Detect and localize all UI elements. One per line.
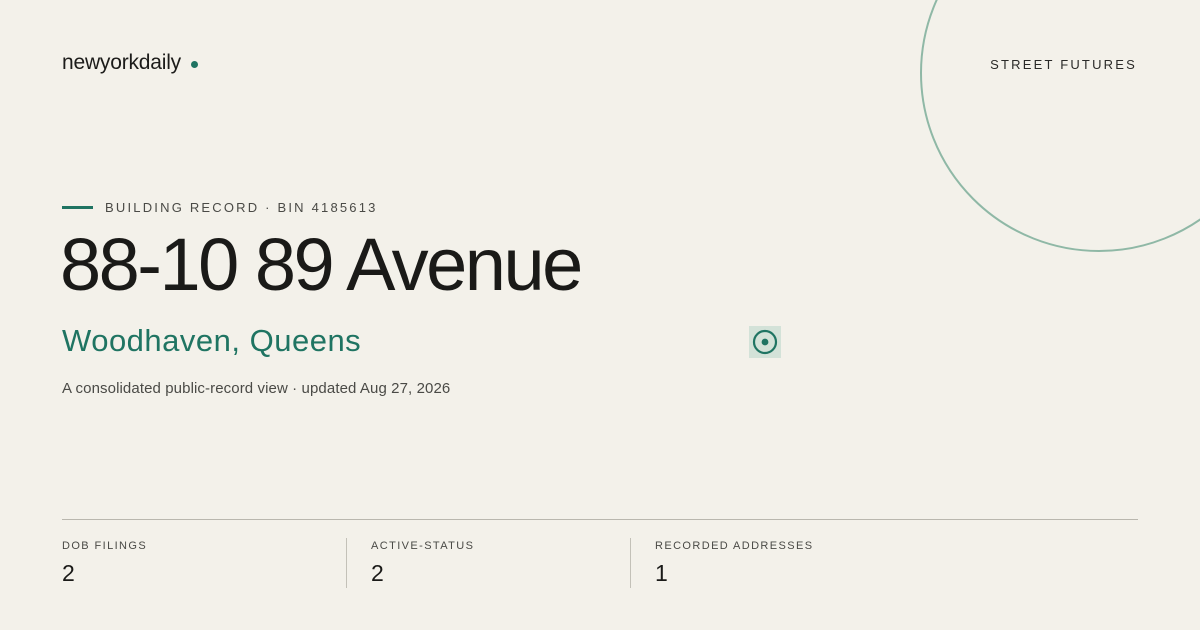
decorative-circle xyxy=(920,0,1200,252)
stat-label: RECORDED ADDRESSES xyxy=(655,540,814,552)
target-icon xyxy=(752,329,778,355)
eyebrow-text: BUILDING RECORD · BIN 4185613 xyxy=(105,200,378,215)
brand-dot-icon xyxy=(191,60,198,68)
eyebrow-rule xyxy=(62,206,93,209)
locality-subtitle: Woodhaven, Queens xyxy=(62,323,362,358)
stat-recorded-addresses: RECORDED ADDRESSES 1 xyxy=(630,538,813,588)
social-card: newyorkdaily STREET FUTURES BUILDING REC… xyxy=(0,0,1200,630)
page-title: 88-10 89 Avenue xyxy=(60,223,583,306)
stat-active-status: ACTIVE-STATUS 2 xyxy=(346,538,474,588)
stat-value: 2 xyxy=(62,560,75,586)
stats-divider xyxy=(62,519,1138,520)
stat-value: 2 xyxy=(371,560,384,586)
stat-value: 1 xyxy=(655,560,668,586)
brand-name: newyorkdaily xyxy=(62,51,181,74)
record-summary: A consolidated public-record view · upda… xyxy=(62,380,451,397)
brand-logo[interactable]: newyorkdaily xyxy=(62,51,198,75)
stat-label: DOB FILINGS xyxy=(62,540,148,552)
section-label[interactable]: STREET FUTURES xyxy=(990,57,1137,72)
stat-label: ACTIVE-STATUS xyxy=(371,540,475,552)
record-eyebrow: BUILDING RECORD · BIN 4185613 xyxy=(62,200,378,215)
map-pin-target-icon[interactable] xyxy=(749,326,781,358)
stat-dob-filings: DOB FILINGS 2 xyxy=(62,538,147,588)
